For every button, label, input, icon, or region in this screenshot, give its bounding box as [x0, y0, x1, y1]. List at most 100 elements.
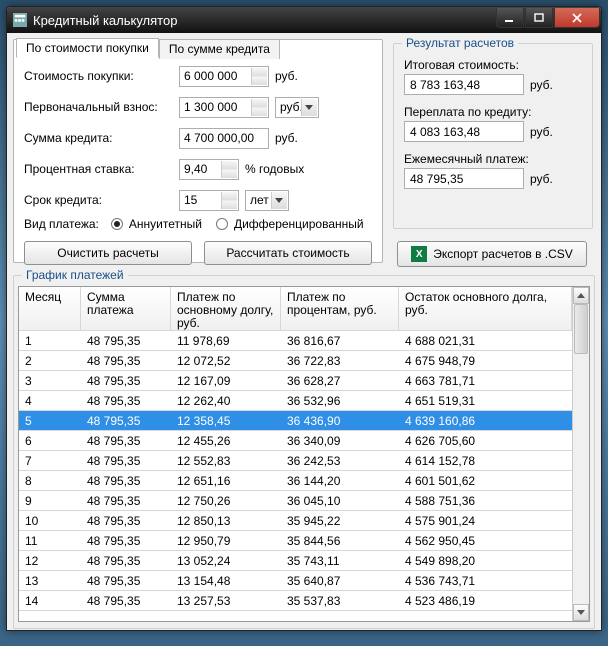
monthly-label: Ежемесячный платеж: [404, 152, 582, 166]
table-cell: 36 144,20 [281, 471, 399, 490]
results-panel: Результат расчетов Итоговая стоимость: 8… [393, 39, 593, 267]
export-button[interactable]: X Экспорт расчетов в .CSV [397, 241, 587, 267]
table-cell: 35 640,87 [281, 571, 399, 590]
radio-annuity[interactable] [111, 218, 123, 230]
table-cell: 12 358,45 [171, 411, 281, 430]
down-unit-combo[interactable]: руб. [275, 97, 319, 118]
table-cell: 48 795,35 [81, 471, 171, 490]
table-cell: 48 795,35 [81, 591, 171, 610]
table-row[interactable]: 1348 795,3513 154,4835 640,874 536 743,7… [19, 571, 572, 591]
table-cell: 48 795,35 [81, 551, 171, 570]
table-cell: 48 795,35 [81, 351, 171, 370]
clear-button[interactable]: Очистить расчеты [24, 241, 192, 265]
chevron-down-icon [275, 198, 283, 203]
chevron-down-icon [305, 105, 313, 110]
table-cell: 9 [19, 491, 81, 510]
scroll-thumb[interactable] [574, 304, 588, 354]
tab-by-loan[interactable]: По сумме кредита [159, 39, 280, 59]
table-cell: 11 [19, 531, 81, 550]
table-row[interactable]: 1148 795,3512 950,7935 844,564 562 950,4… [19, 531, 572, 551]
table-cell: 12 651,16 [171, 471, 281, 490]
table-row[interactable]: 648 795,3512 455,2636 340,094 626 705,60 [19, 431, 572, 451]
schedule-table[interactable]: Месяц Сумма платежа Платеж по основному … [19, 287, 572, 621]
tab-by-price[interactable]: По стоимости покупки [16, 38, 159, 58]
window-buttons [496, 8, 600, 28]
table-cell: 4 675 948,79 [399, 351, 572, 370]
table-cell: 12 552,83 [171, 451, 281, 470]
col-month[interactable]: Месяц [19, 287, 81, 330]
table-row[interactable]: 848 795,3512 651,1636 144,204 601 501,62 [19, 471, 572, 491]
calculate-button[interactable]: Рассчитать стоимость [204, 241, 372, 265]
down-input[interactable]: 1 300 000 [179, 97, 269, 118]
table-cell: 4 626 705,60 [399, 431, 572, 450]
col-payment[interactable]: Сумма платежа [81, 287, 171, 330]
close-button[interactable] [554, 8, 600, 28]
table-cell: 4 562 950,45 [399, 531, 572, 550]
table-cell: 1 [19, 331, 81, 350]
table-cell: 12 750,26 [171, 491, 281, 510]
app-icon [13, 13, 27, 27]
export-label: Экспорт расчетов в .CSV [433, 247, 573, 261]
table-cell: 48 795,35 [81, 371, 171, 390]
input-tabs: По стоимости покупки По сумме кредита Ст… [13, 39, 383, 263]
col-interest[interactable]: Платеж по процентам, руб. [281, 287, 399, 330]
table-cell: 12 [19, 551, 81, 570]
table-cell: 4 663 781,71 [399, 371, 572, 390]
table-cell: 12 262,40 [171, 391, 281, 410]
table-row[interactable]: 448 795,3512 262,4036 532,964 651 519,31 [19, 391, 572, 411]
minimize-button[interactable] [496, 8, 524, 28]
table-row[interactable]: 148 795,3511 978,6936 816,674 688 021,31 [19, 331, 572, 351]
table-cell: 35 743,11 [281, 551, 399, 570]
table-row[interactable]: 948 795,3512 750,2636 045,104 588 751,36 [19, 491, 572, 511]
table-row[interactable]: 1248 795,3513 052,2435 743,114 549 898,2… [19, 551, 572, 571]
scroll-down-button[interactable] [573, 604, 589, 621]
window-title: Кредитный калькулятор [33, 13, 496, 28]
table-cell: 48 795,35 [81, 431, 171, 450]
table-row[interactable]: 1448 795,3513 257,5335 537,834 523 486,1… [19, 591, 572, 611]
term-label: Срок кредита: [24, 193, 179, 207]
table-row[interactable]: 248 795,3512 072,5236 722,834 675 948,79 [19, 351, 572, 371]
table-cell: 5 [19, 411, 81, 430]
total-value: 8 783 163,48 [404, 74, 524, 95]
table-row[interactable]: 1048 795,3512 850,1335 945,224 575 901,2… [19, 511, 572, 531]
rate-label: Процентная ставка: [24, 162, 179, 176]
term-unit-combo[interactable]: лет [245, 190, 289, 211]
term-input[interactable]: 15 [179, 190, 239, 211]
maximize-button[interactable] [525, 8, 553, 28]
table-cell: 35 844,56 [281, 531, 399, 550]
table-cell: 35 537,83 [281, 591, 399, 610]
table-cell: 4 651 519,31 [399, 391, 572, 410]
scroll-up-button[interactable] [573, 287, 589, 304]
app-window: Кредитный калькулятор По стоимости покуп… [6, 6, 602, 631]
col-balance[interactable]: Остаток основного долга, руб. [399, 287, 572, 330]
table-cell: 3 [19, 371, 81, 390]
table-cell: 48 795,35 [81, 451, 171, 470]
scrollbar[interactable] [572, 287, 589, 621]
radio-diff[interactable] [216, 218, 228, 230]
table-cell: 36 436,90 [281, 411, 399, 430]
radio-diff-label: Дифференцированный [234, 217, 364, 231]
table-cell: 4 601 501,62 [399, 471, 572, 490]
table-cell: 12 072,52 [171, 351, 281, 370]
rate-input[interactable]: 9,40 [179, 159, 239, 180]
loan-label: Сумма кредита: [24, 131, 179, 145]
price-label: Стоимость покупки: [24, 69, 179, 83]
loan-value: 4 700 000,00 [179, 128, 269, 149]
table-row[interactable]: 748 795,3512 552,8336 242,534 614 152,78 [19, 451, 572, 471]
table-row[interactable]: 548 795,3512 358,4536 436,904 639 160,86 [19, 411, 572, 431]
table-cell: 12 167,09 [171, 371, 281, 390]
price-unit: руб. [275, 69, 298, 83]
table-row[interactable]: 348 795,3512 167,0936 628,274 663 781,71 [19, 371, 572, 391]
table-cell: 4 588 751,36 [399, 491, 572, 510]
schedule-group: График платежей Месяц Сумма платежа Плат… [13, 275, 595, 629]
price-input[interactable]: 6 000 000 [179, 66, 269, 87]
table-cell: 12 455,26 [171, 431, 281, 450]
titlebar[interactable]: Кредитный калькулятор [7, 7, 601, 33]
col-principal[interactable]: Платеж по основному долгу, руб. [171, 287, 281, 330]
excel-icon: X [411, 246, 427, 262]
table-cell: 10 [19, 511, 81, 530]
table-cell: 48 795,35 [81, 491, 171, 510]
table-cell: 48 795,35 [81, 331, 171, 350]
monthly-unit: руб. [530, 172, 553, 186]
table-cell: 4 [19, 391, 81, 410]
